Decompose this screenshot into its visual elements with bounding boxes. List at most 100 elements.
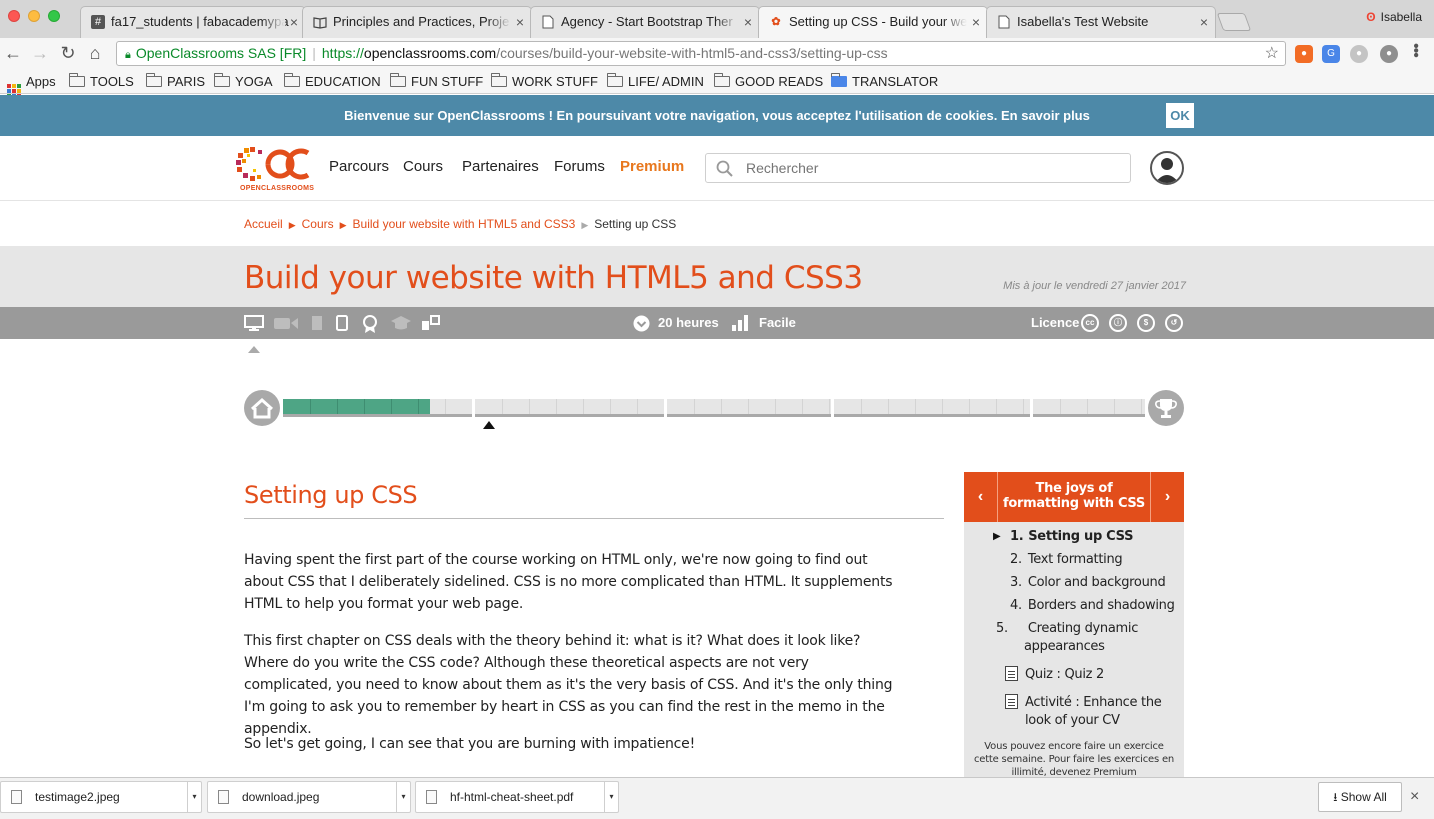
search-input[interactable]	[705, 153, 1131, 183]
course-duration: 20 heures	[658, 315, 719, 330]
nav-cours[interactable]: Cours	[403, 158, 443, 175]
progress-cell-divider	[694, 399, 695, 414]
folder-icon	[607, 73, 623, 87]
bookmark-folder-education[interactable]: EDUCATION	[284, 73, 381, 91]
nav-premium[interactable]: Premium	[620, 158, 684, 175]
download-menu-caret-icon[interactable]: ▾	[604, 782, 618, 812]
bookmark-folder-life-admin[interactable]: LIFE/ ADMIN	[607, 73, 704, 91]
download-item-2[interactable]: download.jpeg ▾	[207, 781, 411, 813]
course-updated-date: Mis à jour le vendredi 27 janvier 2017	[1003, 280, 1186, 292]
folder-icon	[69, 73, 85, 87]
nav-parcours[interactable]: Parcours	[329, 158, 389, 175]
bookmark-folder-fun-stuff[interactable]: FUN STUFF	[390, 73, 483, 91]
browser-tab-2[interactable]: Principles and Practices, Proje ×	[302, 6, 532, 38]
cookie-ok-button[interactable]: OK	[1166, 103, 1194, 128]
progress-part-4[interactable]	[834, 399, 1030, 417]
progress-part-3[interactable]	[667, 399, 831, 417]
browser-tab-1[interactable]: # fa17_students | fabacademypa ×	[80, 6, 306, 38]
browser-tab-4[interactable]: ✿ Setting up CSS - Build your we ×	[758, 6, 988, 39]
download-item-1[interactable]: testimage2.jpeg ▾	[0, 781, 202, 813]
bookmark-folder-paris[interactable]: PARIS	[146, 73, 205, 91]
browser-tab-3[interactable]: Agency - Start Bootstrap Ther ×	[530, 6, 760, 38]
non-commercial-icon[interactable]: $	[1137, 314, 1155, 332]
download-item-3[interactable]: hf-html-cheat-sheet.pdf ▾	[415, 781, 619, 813]
progress-part-1[interactable]	[283, 399, 472, 417]
share-alike-icon[interactable]: ↺	[1165, 314, 1183, 332]
translate-extension-icon[interactable]: G	[1322, 45, 1340, 63]
progress-part-5[interactable]	[1033, 399, 1145, 417]
profile-menu[interactable]: ʘ Isabella	[1366, 10, 1422, 24]
nav-forums[interactable]: Forums	[554, 158, 605, 175]
breadcrumb-course[interactable]: Build your website with HTML5 and CSS3	[353, 217, 576, 231]
breadcrumb-cours[interactable]: Cours	[302, 217, 334, 231]
tab-close-icon[interactable]: ×	[744, 7, 752, 37]
bookmark-translator[interactable]: TRANSLATOR	[831, 73, 938, 91]
address-bar[interactable]: 🔒︎ OpenClassrooms SAS [FR] | https://opencl…	[116, 41, 1286, 66]
site-header: OPENCLASSROOMS Parcours Cours Partenaire…	[0, 136, 1434, 201]
sidebar-chapter-3[interactable]: 3. Color and background	[1010, 574, 1180, 592]
mobile-icon[interactable]	[336, 315, 348, 331]
progress-home-button[interactable]	[244, 390, 280, 426]
progress-part-2[interactable]	[475, 399, 664, 417]
sidebar-chapter-4[interactable]: 4. Borders and shadowing	[1010, 597, 1180, 615]
folder-icon	[714, 73, 730, 87]
previous-part-chevron-icon[interactable]: ‹	[964, 472, 998, 522]
forward-arrow-icon[interactable]: →	[29, 42, 51, 64]
progress-cell-divider	[748, 399, 749, 414]
graduation-cap-icon[interactable]	[390, 315, 412, 331]
attribution-icon[interactable]: ⓘ	[1109, 314, 1127, 332]
browser-menu-icon[interactable]: •••	[1406, 43, 1424, 57]
nav-partenaires[interactable]: Partenaires	[462, 158, 539, 175]
show-all-downloads-button[interactable]: ⭳ Show All	[1318, 782, 1402, 812]
desktop-icon[interactable]	[244, 315, 264, 331]
course-progress	[244, 390, 1184, 426]
progress-cell-divider	[556, 399, 557, 414]
home-icon[interactable]: ⌂	[84, 42, 106, 64]
back-arrow-icon[interactable]: ←	[2, 42, 24, 64]
next-part-chevron-icon[interactable]: ›	[1150, 472, 1184, 522]
window-close-button[interactable]	[8, 10, 20, 22]
user-avatar[interactable]	[1150, 151, 1184, 185]
bookmark-folder-tools[interactable]: TOOLS	[69, 73, 134, 91]
tab-close-icon[interactable]: ×	[1200, 7, 1208, 37]
ebook-icon[interactable]	[311, 315, 323, 331]
tab-close-icon[interactable]: ×	[516, 7, 524, 37]
tab-close-icon[interactable]: ×	[290, 7, 298, 37]
sidebar-chapter-2[interactable]: 2. Text formatting	[1010, 551, 1180, 569]
bookmark-star-icon[interactable]: ☆	[1265, 42, 1279, 65]
breadcrumb-arrow-icon: ▶	[339, 220, 347, 230]
bookmark-folder-yoga[interactable]: YOGA	[214, 73, 273, 91]
progress-cell-divider	[861, 399, 862, 414]
url-scheme: https://	[321, 45, 364, 61]
folder-icon	[491, 73, 507, 87]
lock-icon: 🔒︎	[125, 49, 131, 61]
window-minimize-button[interactable]	[28, 10, 40, 22]
tab-close-icon[interactable]: ×	[972, 7, 980, 37]
sidebar-activity[interactable]: Activité : Enhance the look of your CV	[1025, 694, 1175, 730]
download-menu-caret-icon[interactable]: ▾	[396, 782, 410, 812]
reload-icon[interactable]: ↻	[57, 42, 79, 64]
progress-trophy-button[interactable]	[1148, 390, 1184, 426]
sidebar-part-title[interactable]: The joys of formatting with CSS	[1000, 481, 1148, 511]
download-menu-caret-icon[interactable]: ▾	[187, 782, 201, 812]
certificate-icon[interactable]	[362, 315, 378, 333]
extension-user-icon[interactable]: ●	[1380, 45, 1398, 63]
extension-fox-icon[interactable]: ●	[1295, 45, 1313, 63]
home-icon	[250, 397, 274, 419]
sidebar-chapter-5[interactable]: 5. Creating dynamic appearances	[996, 620, 1180, 656]
window-zoom-button[interactable]	[48, 10, 60, 22]
current-chapter-caret-icon: ▶	[993, 531, 1001, 542]
bookmark-folder-work-stuff[interactable]: WORK STUFF	[491, 73, 598, 91]
openclassrooms-logo[interactable]: OPENCLASSROOMS	[236, 145, 314, 193]
bookmark-folder-good-reads[interactable]: GOOD READS	[714, 73, 823, 91]
new-tab-button[interactable]	[1216, 13, 1252, 31]
close-downloads-icon[interactable]: ×	[1410, 788, 1419, 806]
sidebar-quiz[interactable]: Quiz : Quiz 2	[1025, 666, 1175, 684]
video-icon[interactable]	[273, 315, 299, 331]
sidebar-chapter-1[interactable]: 1. Setting up CSS	[1010, 528, 1180, 546]
creative-commons-icon[interactable]: cc	[1081, 314, 1099, 332]
breadcrumb-accueil[interactable]: Accueil	[244, 217, 283, 231]
exercise-icon[interactable]	[421, 315, 441, 331]
browser-tab-5[interactable]: Isabella's Test Website ×	[986, 6, 1216, 38]
extension-globe-icon[interactable]: ●	[1350, 45, 1368, 63]
